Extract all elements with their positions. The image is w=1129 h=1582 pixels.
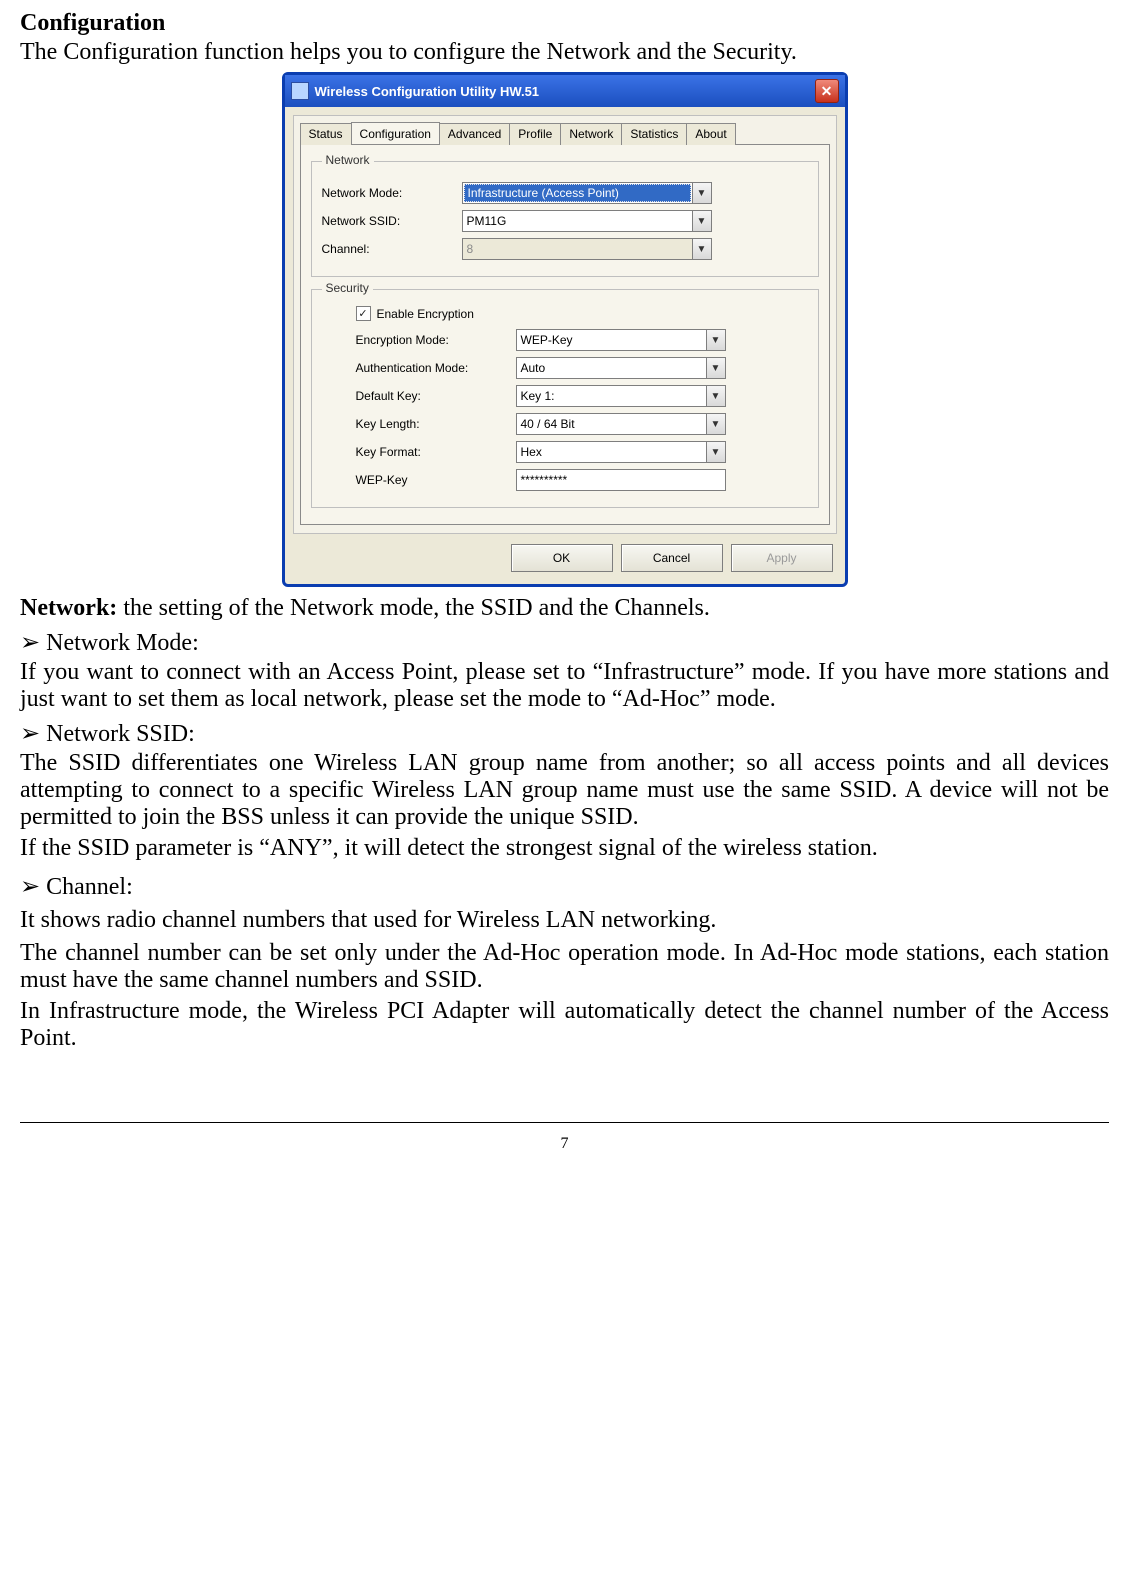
- network-mode-select[interactable]: Infrastructure (Access Point) ▼: [462, 182, 712, 204]
- bullet-channel: Channel:: [20, 872, 1109, 901]
- network-mode-text: If you want to connect with an Access Po…: [20, 659, 1109, 713]
- network-heading-rest: the setting of the Network mode, the SSI…: [117, 595, 710, 621]
- enable-encryption-checkbox[interactable]: ✓: [356, 306, 371, 321]
- channel-text3: In Infrastructure mode, the Wireless PCI…: [20, 998, 1109, 1052]
- page-number: 7: [20, 1135, 1109, 1153]
- tab-statistics[interactable]: Statistics: [621, 123, 687, 145]
- tab-network[interactable]: Network: [560, 123, 622, 145]
- wep-key-value: **********: [517, 473, 725, 487]
- chevron-down-icon: ▼: [692, 211, 711, 231]
- app-window: Wireless Configuration Utility HW.51 ✕ S…: [282, 72, 848, 587]
- screenshot: Wireless Configuration Utility HW.51 ✕ S…: [20, 72, 1109, 587]
- apply-button[interactable]: Apply: [731, 544, 833, 572]
- channel-text1: It shows radio channel numbers that used…: [20, 907, 1109, 934]
- key-length-label: Key Length:: [356, 417, 516, 431]
- footer-rule: [20, 1122, 1109, 1123]
- key-format-label: Key Format:: [356, 445, 516, 459]
- network-heading-bold: Network:: [20, 595, 117, 621]
- bullet-network-mode: Network Mode:: [20, 628, 1109, 657]
- app-icon: [291, 82, 309, 100]
- cancel-button[interactable]: Cancel: [621, 544, 723, 572]
- network-heading: Network: the setting of the Network mode…: [20, 595, 1109, 622]
- default-key-label: Default Key:: [356, 389, 516, 403]
- close-icon: ✕: [821, 83, 833, 100]
- channel-value: 8: [463, 242, 692, 256]
- chevron-down-icon: ▼: [706, 414, 725, 434]
- key-length-value: 40 / 64 Bit: [517, 417, 706, 431]
- key-format-select[interactable]: Hex ▼: [516, 441, 726, 463]
- chevron-down-icon: ▼: [706, 442, 725, 462]
- key-length-select[interactable]: 40 / 64 Bit ▼: [516, 413, 726, 435]
- intro-text: The Configuration function helps you to …: [20, 39, 1109, 66]
- network-ssid-text2: If the SSID parameter is “ANY”, it will …: [20, 835, 1109, 862]
- window-title: Wireless Configuration Utility HW.51: [315, 84, 540, 99]
- tab-advanced[interactable]: Advanced: [439, 123, 510, 145]
- default-key-value: Key 1:: [517, 389, 706, 403]
- page-title: Configuration: [20, 10, 1109, 37]
- key-format-value: Hex: [517, 445, 706, 459]
- chevron-down-icon: ▼: [706, 386, 725, 406]
- auth-mode-value: Auto: [517, 361, 706, 375]
- network-ssid-value: PM11G: [463, 214, 692, 228]
- security-group: Security ✓ Enable Encryption Encryption …: [311, 289, 819, 508]
- close-button[interactable]: ✕: [815, 79, 839, 103]
- tab-profile[interactable]: Profile: [509, 123, 561, 145]
- network-mode-value: Infrastructure (Access Point): [464, 184, 691, 202]
- chevron-down-icon: ▼: [706, 358, 725, 378]
- chevron-down-icon: ▼: [692, 183, 711, 203]
- network-ssid-label: Network SSID:: [322, 214, 462, 228]
- tab-status[interactable]: Status: [300, 123, 352, 145]
- wep-key-label: WEP-Key: [356, 473, 516, 487]
- auth-mode-select[interactable]: Auto ▼: [516, 357, 726, 379]
- channel-text2: The channel number can be set only under…: [20, 940, 1109, 994]
- default-key-select[interactable]: Key 1: ▼: [516, 385, 726, 407]
- encryption-mode-select[interactable]: WEP-Key ▼: [516, 329, 726, 351]
- network-group-title: Network: [322, 153, 374, 167]
- encryption-mode-label: Encryption Mode:: [356, 333, 516, 347]
- network-mode-label: Network Mode:: [322, 186, 462, 200]
- auth-mode-label: Authentication Mode:: [356, 361, 516, 375]
- network-ssid-select[interactable]: PM11G ▼: [462, 210, 712, 232]
- chevron-down-icon: ▼: [706, 330, 725, 350]
- network-group: Network Network Mode: Infrastructure (Ac…: [311, 161, 819, 277]
- bullet-network-ssid: Network SSID:: [20, 719, 1109, 748]
- tabs: Status Configuration Advanced Profile Ne…: [300, 122, 830, 144]
- tab-configuration[interactable]: Configuration: [351, 122, 440, 144]
- tab-about[interactable]: About: [686, 123, 735, 145]
- chevron-down-icon: ▼: [692, 239, 711, 259]
- security-group-title: Security: [322, 281, 373, 295]
- enable-encryption-label: Enable Encryption: [377, 307, 474, 321]
- channel-label: Channel:: [322, 242, 462, 256]
- encryption-mode-value: WEP-Key: [517, 333, 706, 347]
- network-ssid-text1: The SSID differentiates one Wireless LAN…: [20, 750, 1109, 831]
- wep-key-input[interactable]: **********: [516, 469, 726, 491]
- title-bar: Wireless Configuration Utility HW.51 ✕: [285, 75, 845, 107]
- channel-select: 8 ▼: [462, 238, 712, 260]
- ok-button[interactable]: OK: [511, 544, 613, 572]
